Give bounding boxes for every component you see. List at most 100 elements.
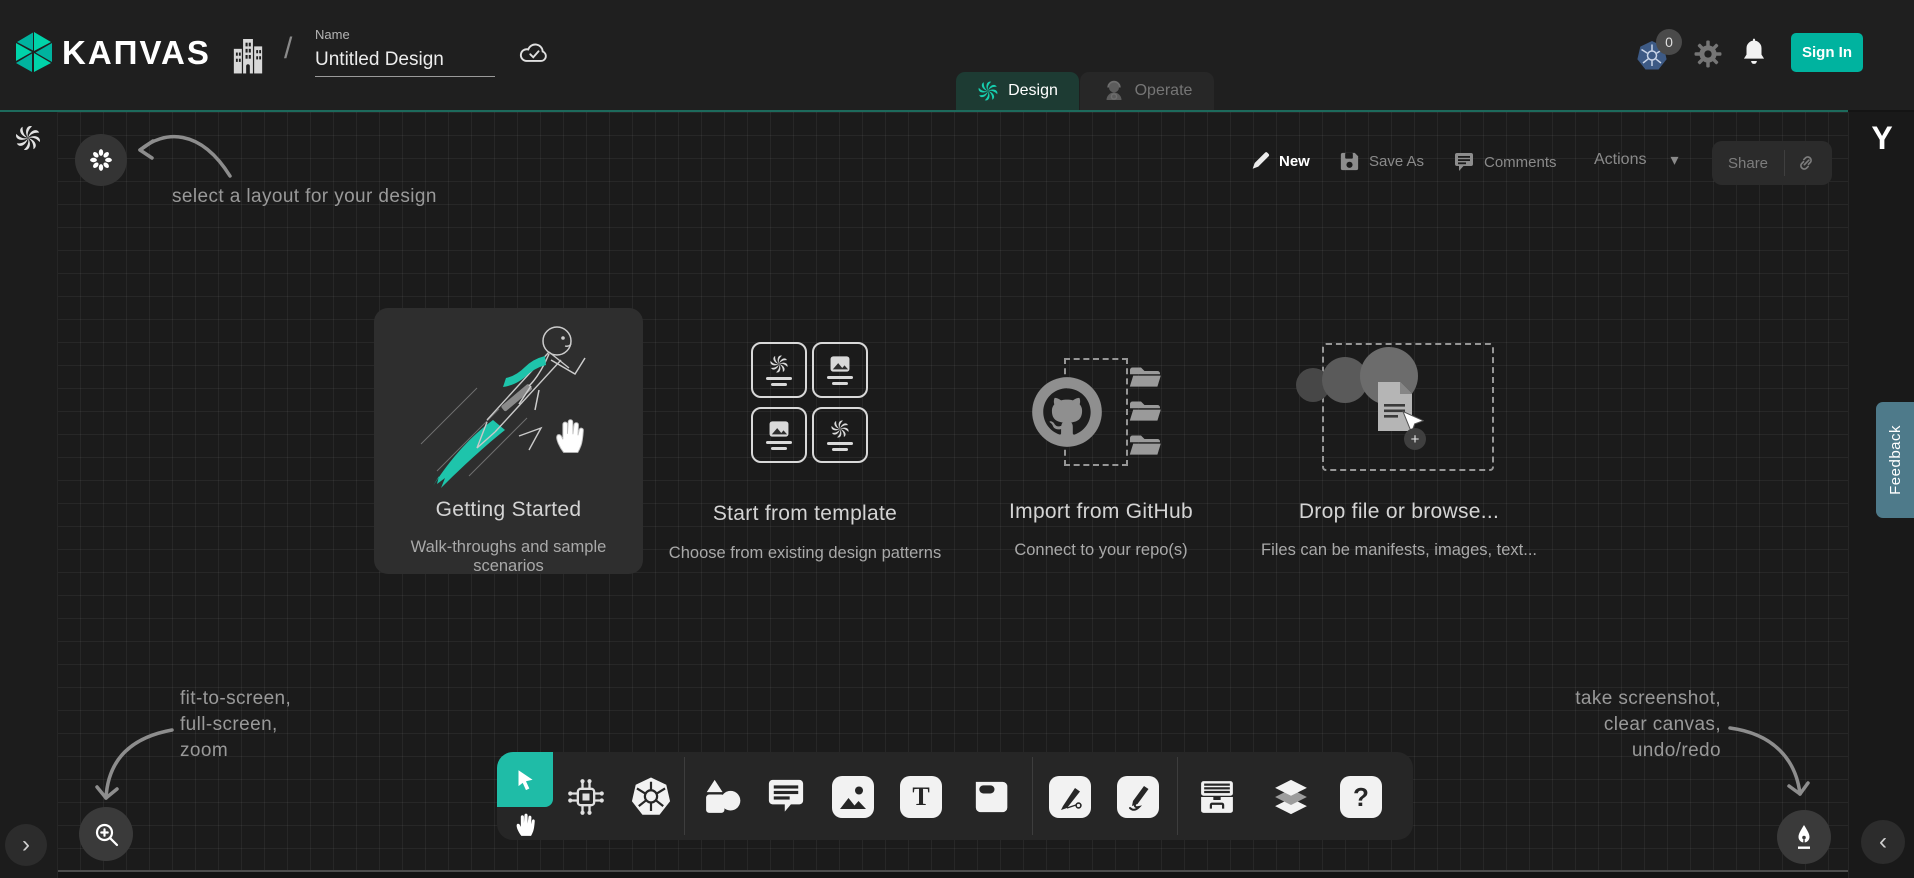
dock-divider [1177, 757, 1178, 835]
zoom-controls-button[interactable] [79, 807, 133, 861]
kubernetes-tool-icon [629, 775, 673, 819]
design-spiral-icon [830, 419, 850, 439]
drawer-tool[interactable] [1194, 774, 1240, 820]
new-label: New [1279, 153, 1310, 170]
new-button[interactable]: New [1249, 150, 1310, 172]
hint-line: full-screen, [180, 712, 291, 738]
tile-line [832, 382, 848, 385]
pen-tool-icon [1055, 782, 1085, 812]
pan-hand-icon [512, 807, 538, 837]
spiral-loader-icon [14, 124, 42, 152]
select-tool[interactable] [497, 752, 553, 807]
shapes-tool[interactable] [699, 774, 745, 820]
save-as-button[interactable]: Save As [1338, 150, 1424, 173]
operate-astronaut-icon [1102, 79, 1126, 103]
template-card-icons [751, 342, 864, 463]
right-rail-logo: Y [1864, 120, 1900, 157]
getting-started-card[interactable]: Getting Started Walk-throughs and sample… [374, 308, 643, 574]
github-octocat-icon [1029, 374, 1105, 450]
canvas-actions-button[interactable] [1777, 810, 1831, 864]
design-name-input[interactable]: Untitled Design [315, 49, 495, 71]
layout-hint-text: select a layout for your design [172, 186, 437, 208]
doodle-tool[interactable] [1115, 774, 1161, 820]
kanvas-logo[interactable] [12, 30, 56, 74]
import-from-github-card[interactable]: Import from GitHub [976, 500, 1226, 524]
comment-tool-icon [764, 775, 808, 819]
card-subtitle: Files can be manifests, images, text... [1249, 541, 1549, 560]
help-tool[interactable]: ? [1338, 774, 1384, 820]
text-tool-tile: T [900, 776, 942, 818]
actions-menu[interactable]: Actions ▾ [1594, 150, 1679, 170]
kubernetes-tool[interactable] [628, 774, 674, 820]
view-controls-hint: fit-to-screen, full-screen, zoom [180, 686, 291, 764]
select-layout-button[interactable] [75, 134, 127, 186]
gear-icon[interactable] [1694, 40, 1722, 68]
start-from-template-card[interactable]: Start from template [680, 502, 930, 526]
comment-tool[interactable] [763, 774, 809, 820]
left-rail [0, 112, 58, 878]
comments-label: Comments [1484, 154, 1557, 171]
chevron-right-icon: › [22, 831, 30, 859]
design-spiral-icon [977, 80, 999, 102]
note-tool-icon [970, 776, 1012, 818]
save-icon [1338, 150, 1361, 173]
comments-button[interactable]: Comments [1452, 150, 1557, 174]
pen-tool-tile [1049, 776, 1091, 818]
shapes-icon [700, 775, 744, 819]
collapse-right-button[interactable]: ‹ [1861, 820, 1905, 864]
select-tool-icon [512, 767, 538, 793]
organization-icon[interactable] [232, 35, 264, 75]
layout-flower-icon [89, 148, 113, 172]
cloud-sync-icon[interactable] [517, 38, 551, 68]
doodle-tool-tile [1117, 776, 1159, 818]
dock-divider [684, 757, 685, 835]
share-button[interactable]: Share [1712, 141, 1832, 185]
getting-started-illustration [399, 316, 619, 491]
pen-nib-icon [1790, 823, 1818, 851]
note-tool[interactable] [968, 774, 1014, 820]
chevron-down-icon: ▾ [1670, 150, 1678, 170]
design-name-field[interactable]: Name Untitled Design [315, 27, 495, 77]
canvas-scrollbar[interactable] [57, 870, 1848, 872]
sign-in-button[interactable]: Sign In [1791, 33, 1863, 72]
doodle-tool-icon [1123, 782, 1153, 812]
tile-line [771, 383, 787, 386]
feedback-tab[interactable]: Feedback [1876, 402, 1914, 518]
tab-operate-label: Operate [1135, 82, 1193, 100]
share-label: Share [1728, 155, 1768, 172]
components-tool[interactable] [563, 774, 609, 820]
pan-tool[interactable] [497, 807, 553, 840]
image-icon [829, 355, 851, 373]
actions-label: Actions [1594, 151, 1646, 169]
pen-tool[interactable] [1047, 774, 1093, 820]
image-icon [768, 420, 790, 438]
app-header: KAΠVAS / Name Untitled Design [0, 0, 1914, 110]
share-divider [1784, 150, 1785, 176]
image-tool-tile [832, 776, 874, 818]
layers-tool[interactable] [1268, 774, 1314, 820]
drawer-tool-icon [1195, 775, 1239, 819]
hint-line: undo/redo [1575, 738, 1721, 764]
expand-left-panel-button[interactable]: › [5, 824, 47, 866]
layers-tool-icon [1269, 775, 1313, 819]
tile-line [766, 441, 792, 444]
link-icon[interactable] [1796, 153, 1816, 173]
card-title: Getting Started [374, 498, 643, 522]
help-icon: ? [1353, 782, 1369, 813]
tile-line [832, 448, 848, 451]
tile-line [766, 377, 792, 380]
layout-hint-arrow [128, 118, 240, 190]
dock-divider [1032, 757, 1033, 835]
text-tool[interactable]: T [898, 774, 944, 820]
brand-name: KAΠVAS [62, 34, 211, 72]
card-subtitle: Walk-throughs and sample scenarios [374, 538, 643, 576]
hint-line: fit-to-screen, [180, 686, 291, 712]
kubernetes-context-badge[interactable]: 0 [1656, 29, 1682, 55]
tab-design[interactable]: Design [956, 72, 1079, 110]
bell-icon[interactable] [1740, 38, 1768, 68]
tab-operate[interactable]: Operate [1080, 72, 1214, 110]
image-tool[interactable] [830, 774, 876, 820]
tile-line [827, 376, 853, 379]
hint-line: clear canvas, [1575, 712, 1721, 738]
drop-file-card[interactable]: Drop file or browse... [1274, 500, 1524, 524]
